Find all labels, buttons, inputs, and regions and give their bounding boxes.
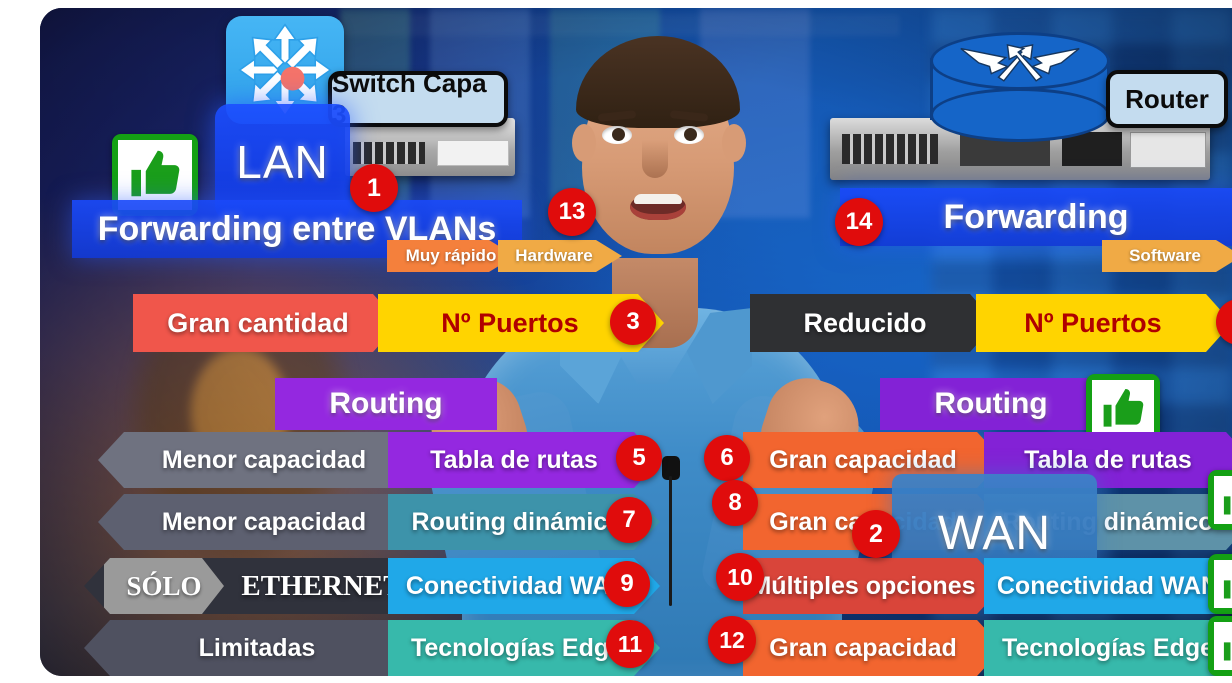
badge-13: 13	[548, 188, 596, 236]
badge-11: 11	[606, 620, 654, 668]
row-ports-right-value-label: Reducido	[803, 307, 927, 338]
row-edge-tech-left-value-label: Limitadas	[198, 633, 316, 662]
wan-label: WAN	[937, 506, 1052, 560]
thumbs-up-inner	[1214, 622, 1232, 670]
screenshot-root: Switch Capa 3 LAN 1	[0, 0, 1232, 683]
row-edge-tech-right-value: Gran capacidad	[743, 620, 1003, 676]
router-tag: Router	[1106, 70, 1228, 128]
row-edge-tech-left-value: Limitadas	[84, 620, 410, 676]
row-edge-tech-right-value-label: Gran capacidad	[769, 633, 957, 662]
badge-1: 1	[350, 164, 398, 212]
mini-chip-hardware-label: Hardware	[515, 246, 593, 265]
section-title-right-routing: Routing	[880, 378, 1102, 430]
mini-chip-muy-rapido-label: Muy rápido	[405, 246, 497, 265]
row-dynamic-routing-left-value: Menor capacidad	[98, 494, 410, 550]
presenter-mic-wire	[669, 476, 672, 606]
thumbs-up-glyph	[131, 151, 179, 197]
thumbs-up-glyph	[1223, 496, 1231, 515]
row-ports-right-key-label: Nº Puertos	[1024, 307, 1162, 338]
row-ports-right-key: Nº Puertos	[976, 294, 1232, 352]
badge-10-label: 10	[727, 563, 753, 590]
thumbs-up-inner	[1214, 560, 1232, 608]
row-ports-left-value: Gran cantidad	[133, 294, 399, 352]
row-wan-connectivity-right-value-label: Múltiples opciones	[750, 571, 976, 600]
badge-3: 3	[610, 299, 656, 345]
router-ports	[842, 134, 938, 164]
thumbs-up-glyph	[1223, 580, 1231, 599]
badge-7-label: 7	[622, 506, 636, 533]
row-ports-left-value-label: Gran cantidad	[167, 307, 349, 338]
badge-2-label: 2	[869, 519, 883, 548]
row-routing-table-right-value-label: Gran capacidad	[769, 445, 957, 474]
router-tag-label: Router	[1125, 83, 1209, 114]
video-frame: Switch Capa 3 LAN 1	[40, 8, 1232, 676]
badge-14-label: 14	[845, 208, 873, 235]
router-cylinder-top	[930, 32, 1110, 90]
badge-9: 9	[604, 561, 650, 607]
mini-chip-software-label: Software	[1129, 246, 1201, 265]
badge-8: 8	[712, 480, 758, 526]
badge-7: 7	[606, 497, 652, 543]
row-ports-right-value: Reducido	[750, 294, 996, 352]
thumbs-up-icon-wan-connectivity	[1208, 554, 1232, 614]
mini-chip-muy-rapido: Muy rápido	[387, 240, 515, 272]
switch-capa-3-tag: Switch Capa 3	[328, 68, 508, 129]
badge-6: 6	[704, 435, 750, 481]
row-edge-tech-right-key-label: Tecnologías Edge	[1001, 633, 1215, 662]
router-cylinder-bottom	[930, 88, 1110, 142]
section-title-left-routing-label: Routing	[329, 387, 443, 420]
switch-capa-3-tag-label: Switch Capa 3	[332, 68, 487, 129]
badge-2: 2	[852, 510, 900, 558]
section-title-right-routing-label: Routing	[934, 387, 1048, 420]
presenter-pupil-left	[612, 128, 625, 141]
presenter-ear-left	[572, 124, 596, 162]
row-dynamic-routing-left-value-label: Menor capacidad	[161, 507, 367, 536]
presenter-teeth	[634, 194, 682, 204]
thumbs-up-icon-edge-tech	[1208, 616, 1232, 676]
badge-12-label: 12	[719, 626, 745, 653]
presenter-pupil-right	[684, 128, 697, 141]
presenter-nose	[642, 140, 668, 178]
switch-ports	[353, 142, 425, 164]
badge-13-label: 13	[558, 198, 586, 225]
thumbs-up-inner	[1214, 476, 1232, 524]
row-wan-connectivity-left-value: SÓLO ETHERNET	[84, 558, 410, 614]
switch-module	[437, 140, 509, 166]
thumbs-up-inner	[1092, 380, 1154, 438]
badge-14: 14	[835, 198, 883, 246]
row-routing-table-right-key-label: Tabla de rutas	[1024, 445, 1192, 474]
badge-12: 12	[708, 616, 756, 664]
row-wan-connectivity-right-key: Conectividad WAN	[984, 558, 1232, 614]
row-routing-table-left-value: Menor capacidad	[98, 432, 410, 488]
section-title-left-routing: Routing	[275, 378, 497, 430]
row-wan-connectivity-left-value-ethernet: ETHERNET	[241, 569, 403, 602]
badge-6-label: 6	[720, 444, 734, 471]
router-icon	[930, 32, 1110, 142]
row-wan-connectivity-right-key-label: Conectividad WAN	[996, 571, 1220, 600]
row-routing-table-left-value-label: Menor capacidad	[161, 445, 367, 474]
thumbs-up-glyph	[1223, 642, 1231, 661]
headline-right-bar: Forwarding	[840, 188, 1232, 246]
row-wan-connectivity-left-value-solo: SÓLO	[104, 558, 224, 614]
badge-8-label: 8	[728, 489, 742, 516]
badge-1-label: 1	[367, 173, 381, 202]
presenter-ear-right	[722, 124, 746, 162]
badge-9-label: 9	[620, 570, 634, 597]
badge-3-label: 3	[626, 308, 640, 335]
lan-label: LAN	[236, 136, 329, 188]
thumbs-up-glyph	[1103, 389, 1143, 427]
row-wan-connectivity-right-value: Múltiples opciones	[743, 558, 1003, 614]
row-edge-tech-right-key: Tecnologías Edge	[984, 620, 1232, 676]
mini-chip-hardware: Hardware	[498, 240, 622, 272]
router-module-c	[1130, 132, 1206, 168]
mini-chip-software: Software	[1102, 240, 1232, 272]
badge-5: 5	[616, 435, 662, 481]
headline-right-label: Forwarding	[943, 197, 1129, 236]
badge-11-label: 11	[617, 630, 643, 657]
badge-5-label: 5	[632, 444, 646, 471]
thumbs-up-icon-dynamic-routing	[1208, 470, 1232, 530]
badge-10: 10	[716, 553, 764, 601]
